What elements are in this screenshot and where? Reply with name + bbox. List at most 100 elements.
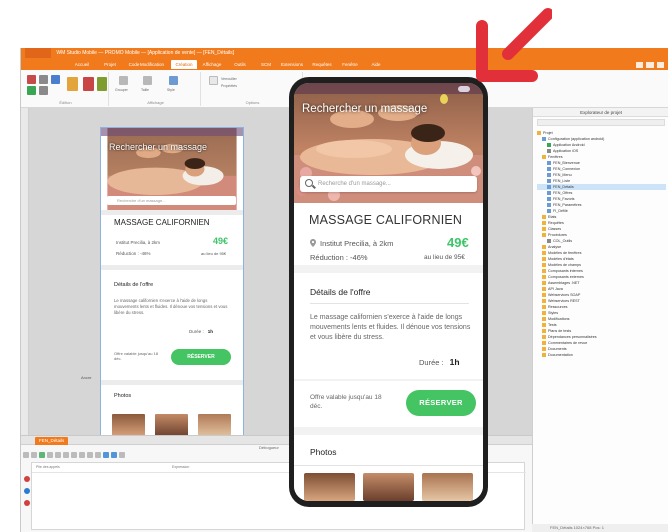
photos-heading: Photos	[310, 447, 337, 457]
option-checkbox[interactable]	[209, 76, 218, 85]
mode-icon[interactable]	[97, 77, 107, 91]
filter-icon[interactable]	[95, 451, 101, 458]
status-bar: FEN_Détails 1024×768 Pos: 1	[532, 524, 668, 532]
tree-node-icon	[542, 233, 546, 237]
minimize-button[interactable]	[636, 62, 644, 68]
collapse-icon[interactable]	[111, 451, 117, 458]
editor-page-preview[interactable]: Rechercher un massage Recherche d'un mas…	[100, 127, 244, 436]
copy-icon[interactable]	[39, 75, 48, 84]
search-input[interactable]: Recherche d'un massage...	[300, 176, 477, 192]
reserve-button[interactable]: RÉSERVER	[406, 390, 476, 416]
info-icon[interactable]	[24, 488, 30, 494]
hero-status-bar	[294, 83, 483, 94]
duration-value: 1h	[449, 357, 460, 367]
ribbon-tab[interactable]: SCM	[253, 60, 279, 69]
ribbon-tab[interactable]: Outils	[227, 60, 253, 69]
watch-icon[interactable]	[71, 451, 77, 458]
preview-icon[interactable]	[169, 76, 178, 85]
maximize-button[interactable]	[646, 62, 654, 68]
page-venue: Institut Precilia, à 2km	[116, 240, 161, 245]
tree-node-icon	[547, 203, 551, 207]
stack-icon[interactable]	[79, 451, 85, 458]
page-photo-thumb[interactable]	[112, 414, 145, 435]
phone-frame: Rechercher un massage Recherche d'un mas…	[289, 77, 488, 507]
settings-icon[interactable]	[119, 451, 125, 458]
page-reserve-button[interactable]: RÉSERVER	[171, 349, 231, 365]
tree-node-icon	[542, 317, 546, 321]
redo-icon[interactable]	[39, 86, 48, 95]
ribbon-tab[interactable]: Fenêtre	[337, 60, 363, 69]
tree-node-icon	[547, 185, 551, 189]
screenshot-stage: WM Studio Mobile — PROMO Mobile — [Appli…	[0, 0, 668, 532]
error-icon[interactable]	[24, 476, 30, 482]
tree-node-icon	[542, 155, 546, 159]
page-title-bar	[101, 128, 243, 136]
stop-icon[interactable]	[23, 451, 29, 458]
page-details-heading: Détails de l'offre	[114, 282, 154, 288]
description-text: Le massage californien s'exerce à l'aide…	[310, 314, 471, 341]
tree-node-icon	[542, 281, 546, 285]
zoom-icon[interactable]	[143, 76, 152, 85]
ribbon-group-label: Affichage	[147, 100, 164, 105]
cut-icon[interactable]	[27, 75, 36, 84]
discount-text: Réduction : -46%	[310, 253, 368, 262]
tree-node-icon	[542, 269, 546, 273]
tree-node-icon	[547, 149, 551, 153]
expand-icon[interactable]	[103, 451, 109, 458]
photo-thumbnail[interactable]	[304, 473, 355, 501]
trace-icon[interactable]	[87, 451, 93, 458]
photos-card: Photos	[294, 435, 483, 501]
tree-item[interactable]: Documentation	[537, 352, 666, 358]
photo-thumbnail[interactable]	[363, 473, 414, 501]
window-controls	[636, 62, 664, 68]
tree-node-icon	[542, 137, 546, 141]
ribbon-tab[interactable]: Projet	[97, 60, 123, 69]
close-button[interactable]	[656, 62, 664, 68]
page-duration-label: Durée :	[189, 329, 204, 334]
offer-details-card: Détails de l'offre Le massage californie…	[294, 273, 483, 379]
anchor-label: Ancre	[81, 375, 92, 380]
step-out-icon[interactable]	[55, 451, 61, 458]
tree-node-icon	[547, 161, 551, 165]
order-icon[interactable]	[83, 77, 94, 91]
run-icon[interactable]	[39, 451, 45, 458]
page-duration: Durée :1h	[189, 329, 213, 334]
warning-icon[interactable]	[24, 500, 30, 506]
page-photo-thumb[interactable]	[198, 414, 231, 435]
step-icon[interactable]	[31, 451, 37, 458]
ribbon-tab[interactable]: Modification	[139, 60, 165, 69]
page-validity: Offre valable jusqu'au 18 déc.	[114, 351, 159, 361]
page-separator	[101, 210, 243, 215]
grid-icon[interactable]	[119, 76, 128, 85]
ribbon-tab[interactable]: Requêtes	[309, 60, 335, 69]
ribbon-tab[interactable]: Extensions	[279, 60, 305, 69]
tree-node-icon	[542, 251, 546, 255]
ribbon-tab[interactable]: Affichage	[199, 60, 225, 69]
explorer-toolbar[interactable]	[537, 119, 665, 126]
photo-thumbnail[interactable]	[422, 473, 473, 501]
project-explorer: Explorateur de projet Projet Configuratio…	[532, 108, 668, 532]
tab-fen-details[interactable]: FEN_Détails	[35, 437, 69, 445]
ribbon-tab[interactable]: Aide	[363, 60, 389, 69]
ribbon-tab[interactable]: Création	[171, 60, 197, 69]
breakpoint-icon[interactable]	[63, 451, 69, 458]
ribbon-item-label: Grouper	[115, 88, 128, 92]
ribbon-item-label: Verrouiller	[221, 77, 237, 81]
undo-icon[interactable]	[27, 86, 36, 95]
ribbon-tab[interactable]: Accueil	[69, 60, 95, 69]
tree-node-icon	[547, 179, 551, 183]
paste-icon[interactable]	[51, 75, 60, 84]
page-photo-thumb[interactable]	[155, 414, 188, 435]
details-heading: Détails de l'offre	[310, 287, 371, 297]
callout-arrow-icon	[476, 8, 552, 82]
hero-menu-pill[interactable]	[458, 86, 470, 92]
tree-node-icon	[547, 191, 551, 195]
price-text: 49€	[447, 235, 469, 250]
vertical-ruler	[21, 108, 29, 480]
align-icon[interactable]	[67, 77, 78, 91]
column-header: Expression	[172, 465, 190, 469]
step-into-icon[interactable]	[47, 451, 53, 458]
tree-node-icon	[542, 323, 546, 327]
validity-text: Offre valable jusqu'au 18 déc.	[310, 394, 382, 410]
page-search-input[interactable]: Recherche d'un massage...	[107, 196, 236, 205]
